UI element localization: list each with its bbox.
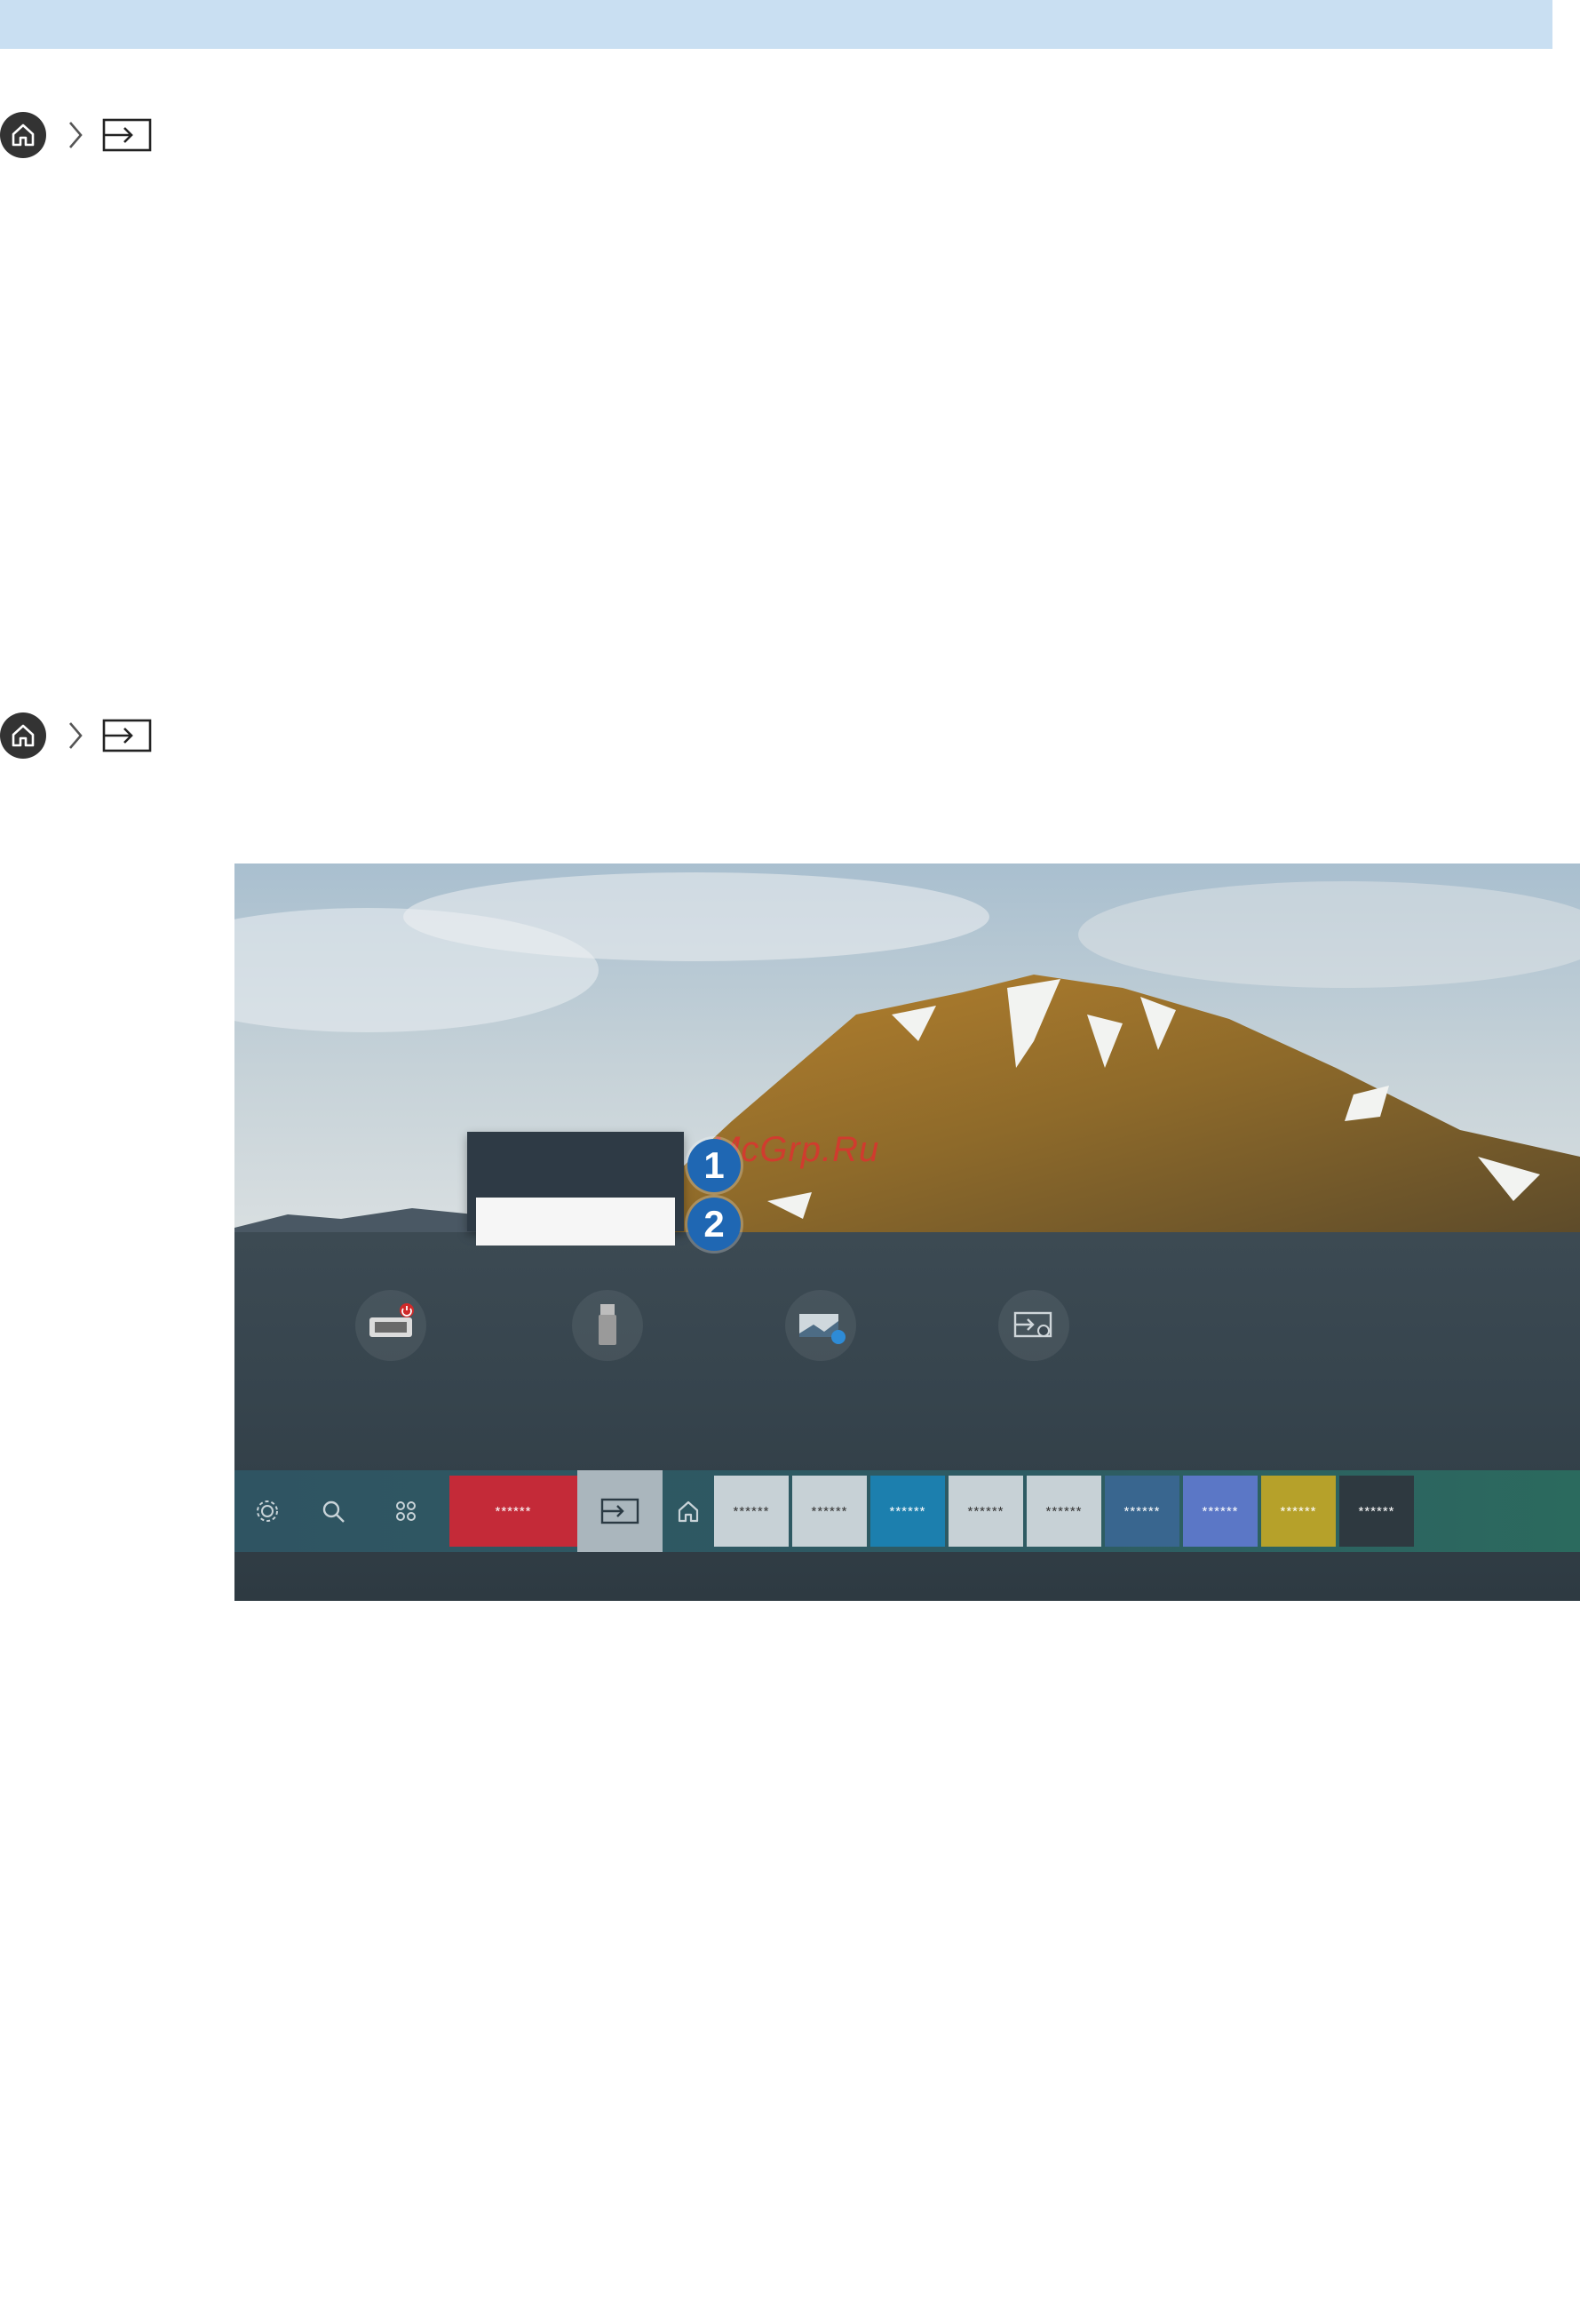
breadcrumb (0, 711, 153, 760)
apps-icon[interactable] (373, 1470, 439, 1552)
usb-icon (599, 1304, 616, 1345)
home-icon (0, 112, 46, 158)
settings-icon[interactable] (234, 1470, 300, 1552)
tile-label: ****** (811, 1503, 848, 1519)
taskbar-tile[interactable]: ****** (449, 1476, 577, 1547)
home-icon[interactable] (664, 1470, 712, 1552)
breadcrumb (0, 110, 153, 160)
taskbar-tile[interactable]: ****** (1105, 1476, 1179, 1547)
mountain-background-image (234, 864, 1580, 1237)
popup-option-1[interactable] (478, 1144, 673, 1171)
taskbar-tile[interactable]: ****** (870, 1476, 945, 1547)
taskbar-tile[interactable]: ****** (792, 1476, 867, 1547)
section-header-band (0, 0, 1552, 49)
tile-label: ****** (733, 1503, 770, 1519)
taskbar-tile[interactable]: ****** (1027, 1476, 1101, 1547)
tile-label: ****** (1123, 1503, 1161, 1519)
taskbar-tile[interactable]: ****** (1261, 1476, 1336, 1547)
callout-badge-1: 1 (687, 1139, 741, 1192)
usb-device[interactable] (572, 1290, 643, 1361)
tile-label: ****** (1358, 1503, 1395, 1519)
source-button[interactable] (577, 1470, 663, 1552)
chevron-right-icon (60, 718, 91, 753)
source-options-popup[interactable] (467, 1132, 684, 1246)
connection-guide-icon (1013, 1311, 1052, 1338)
smart-hub-taskbar: ****** ****** ****** ****** ****** *****… (234, 1470, 1580, 1552)
taskbar-tile[interactable]: ****** (949, 1476, 1023, 1547)
callout-badge-2: 2 (687, 1198, 741, 1251)
chevron-right-icon (60, 117, 91, 153)
source-icon (101, 718, 153, 753)
tile-label: ****** (495, 1503, 532, 1519)
connection-guide-device[interactable] (998, 1290, 1069, 1361)
tile-label: ****** (1280, 1503, 1317, 1519)
tile-label: ****** (889, 1503, 926, 1519)
tv-screen-illustration: McGrp.Ru 1 2 ****** ****** ****** ******… (234, 864, 1580, 1601)
source-icon (101, 117, 153, 153)
popup-option-2[interactable] (476, 1198, 675, 1246)
tile-label: ****** (1045, 1503, 1083, 1519)
taskbar-tile[interactable]: ****** (1183, 1476, 1258, 1547)
taskbar-tile[interactable]: ****** (714, 1476, 789, 1547)
home-icon (0, 712, 46, 759)
source-icon (600, 1498, 639, 1524)
tile-label: ****** (967, 1503, 1004, 1519)
taskbar-tile[interactable]: ****** (1339, 1476, 1414, 1547)
hdmi-device[interactable] (355, 1290, 426, 1361)
tile-label: ****** (1202, 1503, 1239, 1519)
search-icon[interactable] (300, 1470, 366, 1552)
hdmi-icon (369, 1303, 414, 1337)
mobile-cast-icon (799, 1314, 846, 1344)
mobile-cast-device[interactable] (785, 1290, 856, 1361)
